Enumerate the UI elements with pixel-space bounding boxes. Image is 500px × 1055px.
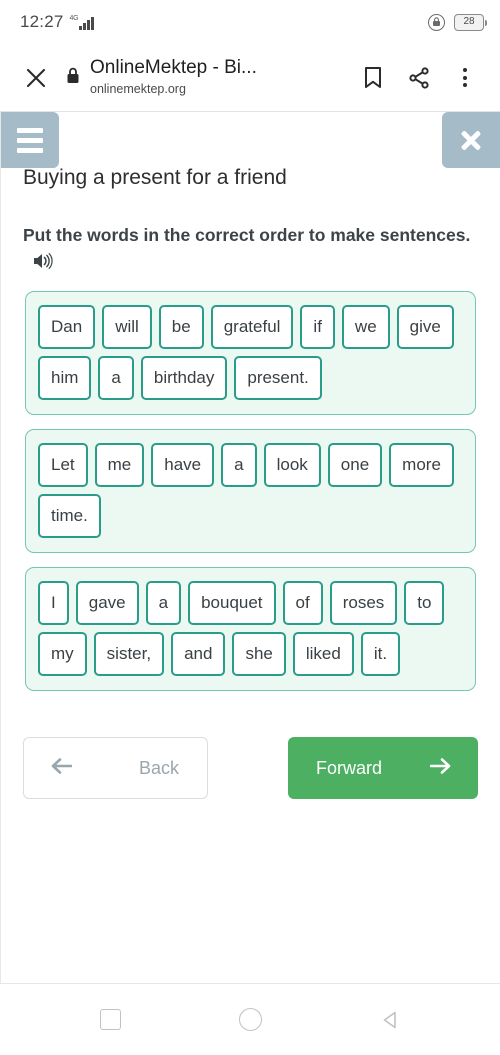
word-chip[interactable]: a <box>98 356 134 401</box>
word-chip[interactable]: liked <box>292 632 354 677</box>
status-bar-right: 28 <box>428 13 487 31</box>
word-chip[interactable]: have <box>151 443 215 488</box>
back-button-label: Back <box>138 757 179 778</box>
word-chip[interactable]: my <box>38 632 87 677</box>
close-lesson-icon[interactable] <box>442 112 500 168</box>
word-chip[interactable]: to <box>404 581 445 626</box>
share-icon[interactable] <box>398 57 440 99</box>
word-chip[interactable]: present. <box>234 356 322 401</box>
word-chip-list-2: Let me have a look one more time. <box>38 443 463 539</box>
page-title: OnlineMektep - Bi... <box>90 57 257 79</box>
padlock-icon <box>66 67 80 89</box>
sentence-box-2: Let me have a look one more time. <box>25 429 476 554</box>
toolbar-actions <box>352 57 486 99</box>
forward-button-label: Forward <box>316 757 383 778</box>
signal-bars-icon: 4G <box>70 14 94 30</box>
word-chip[interactable]: me <box>94 443 145 488</box>
arrow-right-icon <box>429 757 452 779</box>
word-chip[interactable]: will <box>102 305 152 350</box>
battery-indicator: 28 <box>454 13 487 31</box>
word-chip[interactable]: roses <box>329 581 398 626</box>
status-bar-left: 12:27 4G <box>20 12 94 32</box>
instruction-block: Put the words in the correct order to ma… <box>1 223 500 277</box>
word-chip[interactable]: she <box>232 632 286 677</box>
lesson-header-row <box>1 112 500 170</box>
sentences-area: Dan will be grateful if we give him a bi… <box>1 291 500 692</box>
word-chip[interactable]: gave <box>75 581 139 626</box>
word-chip-list-1: Dan will be grateful if we give him a bi… <box>38 305 463 401</box>
status-time: 12:27 <box>20 12 64 31</box>
word-chip[interactable]: and <box>171 632 226 677</box>
site-info[interactable]: OnlineMektep - Bi... onlinemektep.org <box>66 57 352 97</box>
browser-toolbar: OnlineMektep - Bi... onlinemektep.org <box>0 44 500 112</box>
word-chip[interactable]: I <box>38 581 69 626</box>
word-chip[interactable]: if <box>300 305 335 350</box>
word-chip[interactable]: of <box>282 581 323 626</box>
word-chip[interactable]: a <box>221 443 257 488</box>
status-bar: 12:27 4G 28 <box>0 0 500 44</box>
instruction-text: Put the words in the correct order to ma… <box>23 225 471 246</box>
word-chip[interactable]: be <box>158 305 204 350</box>
hamburger-menu-icon[interactable] <box>1 112 59 168</box>
phone-screen: 12:27 4G 28 OnlineMektep - Bi... onlinem… <box>0 0 500 1055</box>
word-chip[interactable]: birthday <box>140 356 228 401</box>
sentence-box-1: Dan will be grateful if we give him a bi… <box>25 291 476 416</box>
sentence-box-3: I gave a bouquet of roses to my sister, … <box>25 567 476 692</box>
bookmark-icon[interactable] <box>352 57 394 99</box>
back-button[interactable]: Back <box>23 737 208 800</box>
page-host: onlinemektep.org <box>90 82 186 97</box>
lesson-navigation: Back Forward <box>1 737 500 800</box>
close-icon[interactable] <box>18 60 54 96</box>
word-chip[interactable]: time. <box>38 494 101 539</box>
square-recents-icon[interactable] <box>83 993 137 1047</box>
web-page-content: Buying a present for a friend Put the wo… <box>0 112 500 983</box>
android-navigation-bar <box>0 983 500 1055</box>
circle-home-icon[interactable] <box>223 993 277 1047</box>
word-chip[interactable]: give <box>396 305 454 350</box>
word-chip[interactable]: it. <box>360 632 401 677</box>
word-chip[interactable]: a <box>145 581 182 626</box>
word-chip[interactable]: more <box>389 443 454 488</box>
more-vertical-icon[interactable] <box>444 57 486 99</box>
triangle-back-icon[interactable] <box>363 993 417 1047</box>
network-type-label: 4G <box>69 15 79 22</box>
screen-lock-rotation-icon <box>428 13 445 31</box>
speaker-icon[interactable] <box>33 252 53 277</box>
word-chip[interactable]: grateful <box>210 305 294 350</box>
word-chip[interactable]: Let <box>38 443 88 488</box>
battery-level: 28 <box>463 16 475 27</box>
arrow-left-icon <box>50 757 73 779</box>
word-chip[interactable]: Dan <box>38 305 96 350</box>
word-chip[interactable]: one <box>327 443 383 488</box>
forward-button[interactable]: Forward <box>288 737 478 800</box>
word-chip[interactable]: sister, <box>93 632 165 677</box>
word-chip[interactable]: him <box>38 356 92 401</box>
word-chip-list-3: I gave a bouquet of roses to my sister, … <box>38 581 463 677</box>
word-chip[interactable]: look <box>263 443 321 488</box>
word-chip[interactable]: we <box>341 305 390 350</box>
word-chip[interactable]: bouquet <box>188 581 276 626</box>
